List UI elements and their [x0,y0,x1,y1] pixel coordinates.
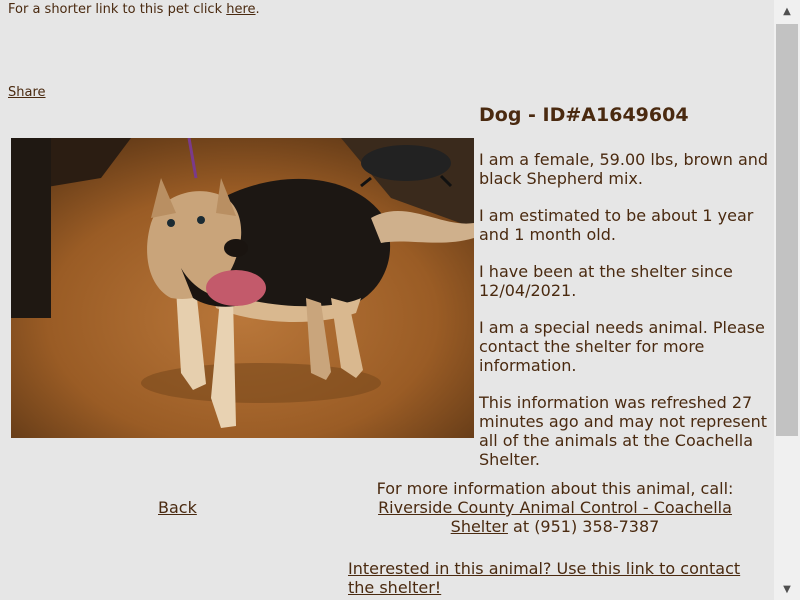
contact-info: For more information about this animal, … [348,479,762,536]
short-link-line: For a shorter link to this pet click her… [8,2,260,17]
contact-shelter-link[interactable]: Interested in this animal? Use this link… [348,559,758,597]
page-content: For a shorter link to this pet click her… [0,0,774,600]
pet-detail-age: I am estimated to be about 1 year and 1 … [479,206,754,244]
pet-detail-refresh-note: This information was refreshed 27 minute… [479,393,767,469]
pet-detail-description: I am a female, 59.00 lbs, brown and blac… [479,150,769,188]
contact-intro: For more information about this animal, … [376,479,734,498]
scroll-up-arrow-icon[interactable]: ▲ [774,0,800,22]
pet-details: I am a female, 59.00 lbs, brown and blac… [479,150,769,487]
short-link-prefix: For a shorter link to this pet click [8,2,227,17]
vertical-scrollbar[interactable]: ▲ ▼ [774,0,800,600]
scroll-down-arrow-icon[interactable]: ▼ [774,578,800,600]
shelter-phone: at (951) 358-7387 [507,517,660,536]
browser-viewport: For a shorter link to this pet click her… [0,0,800,600]
short-link-here[interactable]: here [226,2,255,17]
pet-detail-shelter-since: I have been at the shelter since 12/04/2… [479,262,733,300]
back-link[interactable]: Back [158,498,197,517]
pet-detail-special-needs: I am a special needs animal. Please cont… [479,318,765,375]
pet-photo [11,138,474,438]
share-link[interactable]: Share [8,85,46,100]
short-link-suffix: . [255,2,260,17]
scrollbar-thumb[interactable] [776,24,798,436]
pet-title: Dog - ID#A1649604 [479,104,689,126]
